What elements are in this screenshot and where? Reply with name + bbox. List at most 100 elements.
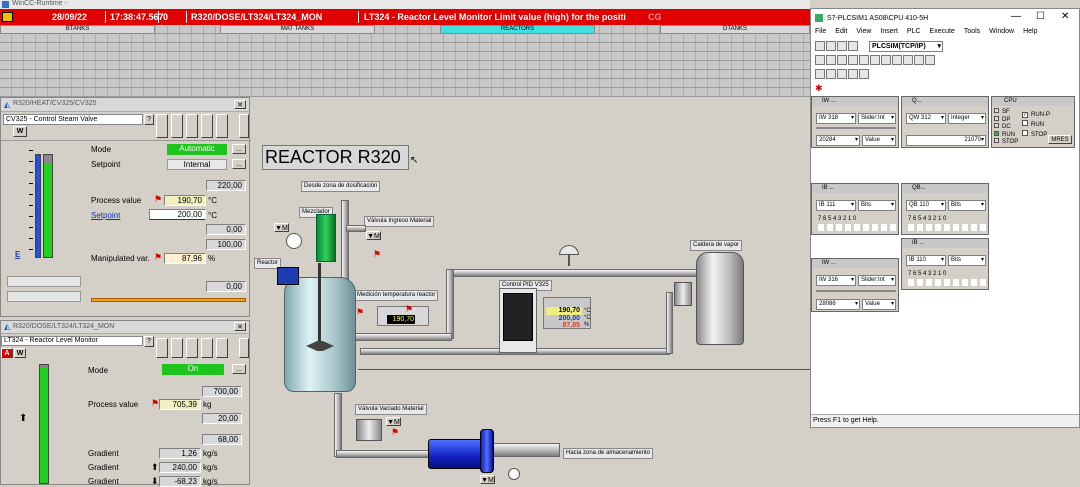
pump-motor[interactable] — [428, 439, 486, 469]
qw312-format[interactable]: Integer — [948, 113, 986, 124]
iw316-value[interactable]: 28086 — [816, 299, 860, 310]
help-icon[interactable]: ? — [144, 336, 154, 347]
debug-icon[interactable]: ✱ — [815, 83, 823, 94]
area-button-mattanks[interactable]: MAT TANKS — [220, 25, 375, 34]
subwindow-titlebar[interactable]: QB... — [902, 184, 988, 193]
ib111-bit-checkboxes[interactable] — [818, 224, 896, 231]
close-icon[interactable]: ✕ — [234, 100, 246, 109]
batch-button[interactable] — [216, 338, 228, 358]
level-transmitter[interactable] — [277, 267, 299, 285]
area-button-reactors[interactable]: REACTORS — [440, 25, 595, 34]
help-icon[interactable]: ? — [144, 114, 154, 125]
step-icon[interactable] — [848, 69, 858, 79]
ib111-format[interactable]: Bits — [858, 200, 896, 211]
tool-icon[interactable] — [815, 55, 825, 65]
tool-icon[interactable] — [826, 55, 836, 65]
iw316-mode[interactable]: Value — [862, 299, 896, 310]
faceplate-titlebar[interactable]: ◭ R320/DOSE/LT324/LT324_MON ✕ — [1, 321, 249, 334]
menu-plc[interactable]: PLC — [907, 28, 921, 35]
trend-button[interactable] — [186, 338, 198, 358]
alarm-line[interactable]: 28/09/22 17:38:47.567 0 R320/DOSE/LT324/… — [0, 9, 810, 25]
new-icon[interactable] — [815, 41, 825, 51]
pump-indicator[interactable] — [508, 468, 520, 480]
close-icon[interactable]: ✕ — [1061, 11, 1069, 22]
ib110-format[interactable]: Bits — [948, 255, 986, 266]
qb110-address[interactable]: QB 110 — [906, 200, 946, 211]
tool-icon[interactable] — [837, 55, 847, 65]
inlet-valve-icon[interactable] — [383, 239, 401, 251]
mode-value[interactable]: On — [162, 364, 224, 375]
iw316-format[interactable]: Slider:Int — [858, 275, 896, 286]
setpoint-source-button[interactable]: ... — [232, 159, 246, 169]
lock-button[interactable]: W — [13, 126, 27, 137]
subwindow-titlebar[interactable]: IW ... — [812, 259, 898, 268]
tool-icon[interactable] — [826, 69, 836, 79]
tool-icon[interactable] — [881, 55, 891, 65]
menu-tools[interactable]: Tools — [964, 28, 980, 35]
connection-select[interactable]: PLCSIM(TCP/IP) — [869, 41, 943, 52]
subwindow-titlebar[interactable]: CPU — [992, 97, 1074, 106]
faceplate-titlebar[interactable]: ◭ R320/HEAT/CV325/CV325 ✕ — [1, 98, 249, 112]
tool-icon[interactable] — [870, 55, 880, 65]
tool-icon[interactable] — [815, 69, 825, 79]
tool-icon[interactable] — [914, 55, 924, 65]
option-run[interactable]: RUN — [1022, 120, 1050, 130]
tool-icon[interactable] — [848, 55, 858, 65]
trend-button[interactable] — [186, 114, 198, 138]
iw318-value[interactable]: 20284 — [816, 135, 860, 146]
parameter-button[interactable] — [201, 114, 213, 138]
setpoint-source-value[interactable]: Internal — [167, 159, 227, 170]
menu-file[interactable]: File — [815, 28, 826, 35]
setpoint-value[interactable]: 200,00 — [149, 209, 206, 220]
open-icon[interactable] — [826, 41, 836, 51]
settings-button[interactable] — [239, 114, 249, 138]
drain-valve-button[interactable]: ▼M — [386, 417, 401, 426]
mixer-motor-button[interactable]: ▼M — [274, 223, 289, 232]
subwindow-titlebar[interactable]: IW ... — [812, 97, 898, 106]
alarm-view-button[interactable] — [171, 114, 183, 138]
subwindow-titlebar[interactable]: IB ... — [812, 184, 898, 193]
tool-icon[interactable] — [903, 55, 913, 65]
pause-icon[interactable] — [837, 69, 847, 79]
drain-valve-icon[interactable] — [399, 425, 417, 437]
tool-icon[interactable] — [859, 69, 869, 79]
save-icon[interactable] — [837, 41, 847, 51]
ib110-address[interactable]: IB 110 — [906, 255, 946, 266]
qb110-format[interactable]: Bits — [948, 200, 986, 211]
menu-execute[interactable]: Execute — [930, 28, 955, 35]
print-icon[interactable] — [848, 41, 858, 51]
mixer-motor-indicator[interactable] — [286, 233, 302, 249]
inlet-valve-button[interactable]: ▼M — [366, 231, 381, 240]
tool-icon[interactable] — [859, 55, 869, 65]
close-icon[interactable]: ✕ — [234, 322, 246, 331]
option-runp[interactable]: ✓ RUN-P — [1022, 110, 1050, 120]
alarm-ack-button[interactable]: A — [1, 348, 13, 358]
alarm-view-button[interactable] — [171, 338, 183, 358]
area-button-dtanks[interactable]: DTANKS — [660, 25, 810, 34]
area-button-btanks[interactable]: BTANKS — [0, 25, 155, 34]
mode-value[interactable]: Automatic — [167, 144, 227, 155]
iw318-format[interactable]: Slider:Int — [858, 113, 896, 124]
pump-motor-button[interactable]: ▼M — [480, 475, 495, 484]
parameter-button[interactable] — [201, 338, 213, 358]
maximize-icon[interactable]: ☐ — [1036, 11, 1045, 22]
subwindow-titlebar[interactable]: Q... — [902, 97, 988, 106]
batch-button[interactable] — [216, 114, 228, 138]
menu-edit[interactable]: Edit — [835, 28, 847, 35]
iw316-address[interactable]: IW 316 — [816, 275, 856, 286]
option-stop[interactable]: STOP — [1022, 130, 1050, 140]
tool-icon[interactable] — [925, 55, 935, 65]
mode-button[interactable]: ... — [232, 364, 246, 374]
view-button[interactable] — [156, 338, 168, 358]
menu-insert[interactable]: Insert — [880, 28, 898, 35]
plcsim-titlebar[interactable]: S7-PLCSIM1 AS08\CPU 410-5H — ☐ ✕ — [811, 9, 1079, 27]
subwindow-titlebar[interactable]: IB ... — [902, 239, 988, 248]
lock-button[interactable]: W — [14, 348, 26, 358]
mode-button[interactable]: ... — [232, 144, 246, 154]
menu-window[interactable]: Window — [989, 28, 1014, 35]
settings-button[interactable] — [239, 338, 249, 358]
manipulated-var-slider[interactable] — [91, 298, 246, 302]
iw318-slider[interactable] — [816, 127, 896, 129]
iw318-address[interactable]: IW 318 — [816, 113, 856, 124]
mres-button[interactable]: MRES — [1048, 135, 1072, 144]
